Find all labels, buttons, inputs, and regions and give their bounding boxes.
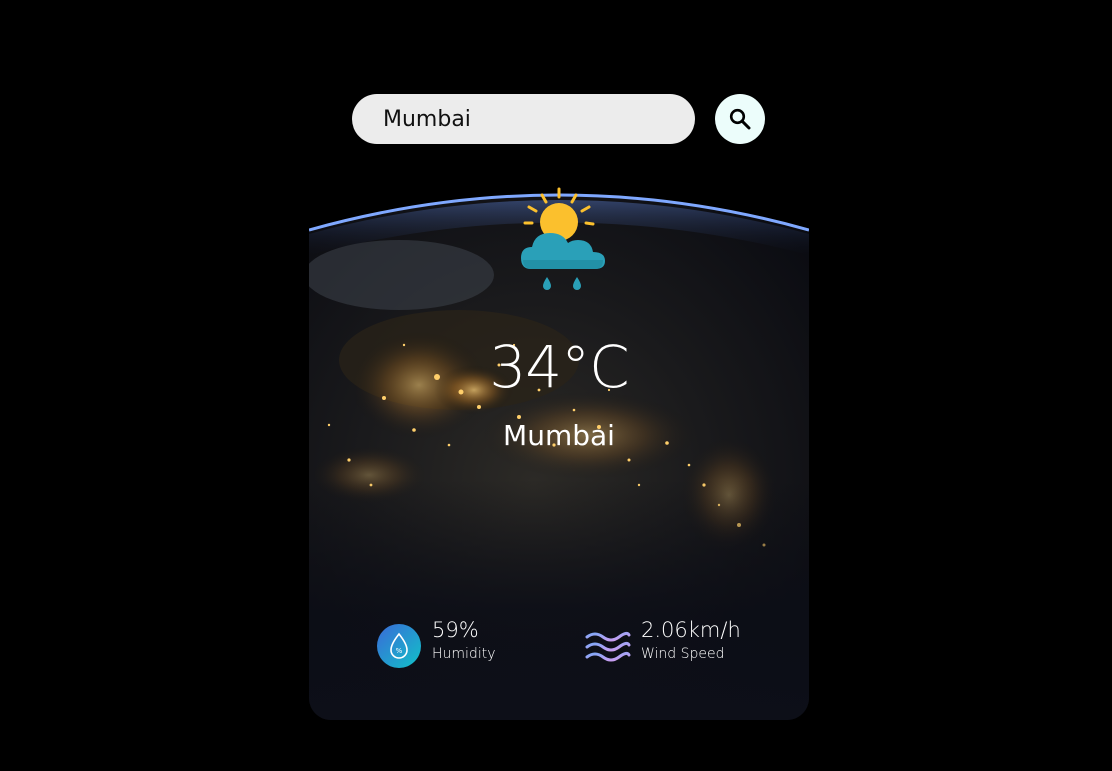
- search-icon: [729, 108, 751, 130]
- humidity-value: 59%: [432, 618, 479, 642]
- svg-text:%: %: [396, 647, 403, 655]
- weather-card: 34°C Mumbai % 59% Humidity 2.06km/h Wind…: [309, 185, 809, 720]
- wind-icon: [585, 631, 631, 662]
- temperature: 34°C: [489, 333, 629, 401]
- wind-stat: 2.06km/h Wind Speed: [583, 617, 741, 667]
- humidity-drop-icon: %: [377, 624, 421, 668]
- search-button[interactable]: [715, 94, 765, 144]
- weather-app: 34°C Mumbai % 59% Humidity: [0, 0, 1112, 771]
- humidity-stat: % 59% Humidity: [376, 617, 495, 669]
- city-search-input[interactable]: [352, 94, 695, 144]
- humidity-label: Humidity: [432, 646, 496, 662]
- sun-cloud-rain-icon: [521, 187, 605, 290]
- wind-speed-label: Wind Speed: [641, 646, 725, 662]
- city-name: Mumbai: [503, 419, 615, 452]
- wind-speed-value: 2.06km/h: [641, 618, 741, 642]
